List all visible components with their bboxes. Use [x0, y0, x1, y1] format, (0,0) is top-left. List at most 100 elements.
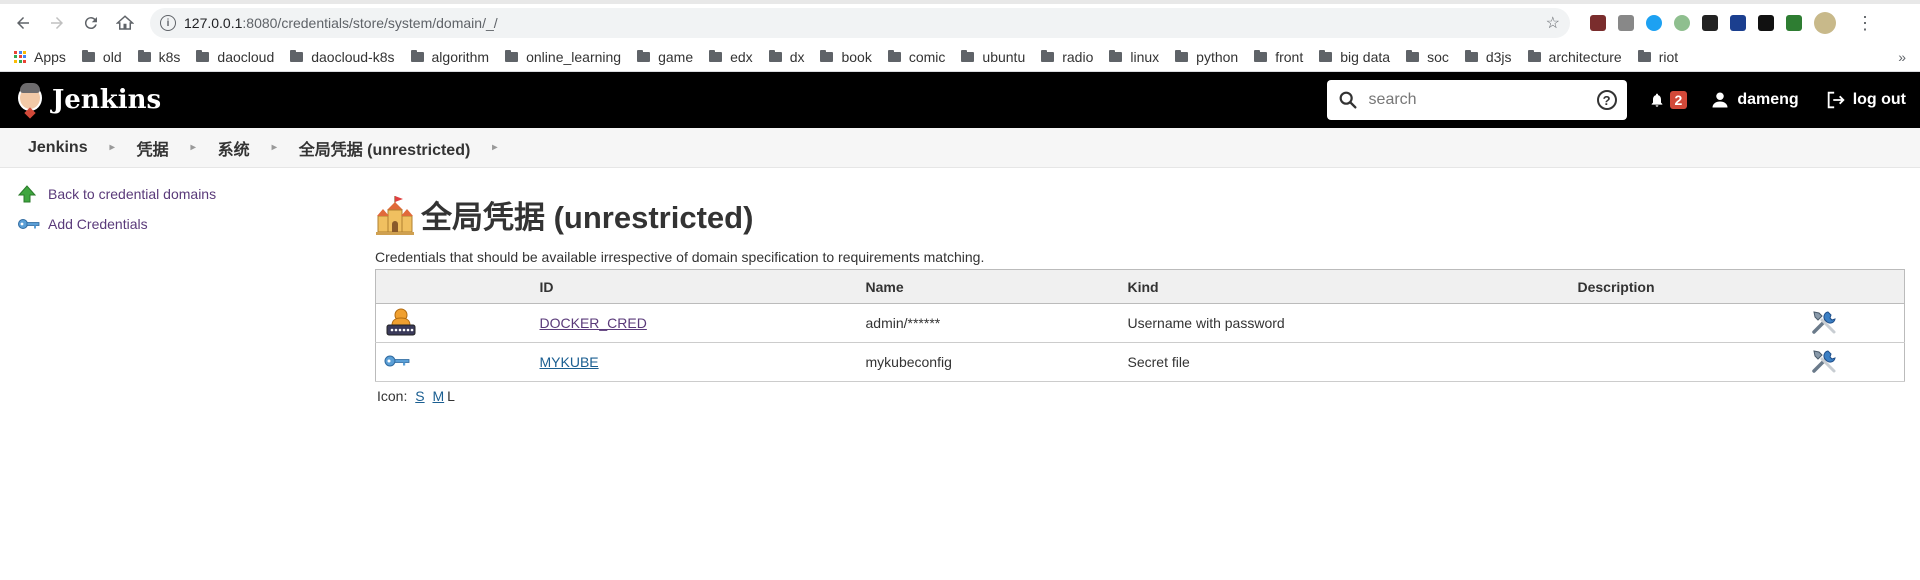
folder-icon — [1041, 49, 1055, 62]
bookmark-folder[interactable]: big data — [1319, 49, 1390, 65]
icon-size-small-link[interactable]: S — [415, 388, 424, 404]
bookmark-folder[interactable]: k8s — [137, 49, 180, 65]
bookmark-label: radio — [1062, 48, 1094, 65]
breadcrumb-item-credentials[interactable]: 凭据 — [137, 136, 169, 160]
column-header-description[interactable]: Description — [1569, 269, 1802, 304]
bookmark-folder[interactable]: old — [81, 48, 122, 65]
folder-icon — [196, 49, 210, 62]
folder-icon — [1109, 49, 1123, 62]
reload-icon[interactable] — [76, 8, 106, 38]
help-icon[interactable]: ? — [1596, 90, 1617, 110]
side-panel: Back to credential domains Add Credentia… — [0, 168, 375, 404]
logo-text: Jenkins — [52, 85, 162, 115]
breadcrumb-separator-icon[interactable]: ▸ — [492, 142, 497, 153]
credential-name-cell: admin/****** — [857, 303, 1120, 343]
bookmark-label: book — [841, 48, 872, 65]
bookmark-folder[interactable]: linux — [1109, 49, 1159, 65]
bookmark-label: python — [1196, 48, 1239, 65]
bookmark-label: dx — [789, 48, 805, 65]
bookmark-folder[interactable]: python — [1175, 49, 1238, 65]
bookmark-label: ubuntu — [982, 48, 1026, 65]
bookmark-folder[interactable]: radio — [1041, 49, 1093, 65]
credentials-table: ID Name Kind Description DOCKER_CRED adm… — [375, 269, 1905, 382]
bookmark-folders: old k8s daocloud daocloud-k8s algorithm onlin… — [81, 48, 1694, 65]
bookmark-apps[interactable]: Apps — [14, 49, 66, 65]
back-to-domains-label: Back to credential domains — [48, 186, 217, 202]
bookmark-label: old — [102, 48, 122, 65]
breadcrumb-item-global-domain[interactable]: 全局凭据 (unrestricted) — [299, 136, 471, 160]
breadcrumb-item-system[interactable]: 系统 — [218, 136, 250, 160]
extension-icon[interactable] — [1590, 15, 1606, 31]
bookmark-folder[interactable]: dx — [768, 48, 805, 65]
configure-tools-icon[interactable] — [1810, 308, 1838, 336]
extension-icon[interactable] — [1674, 15, 1690, 31]
folder-icon — [410, 49, 424, 62]
add-credentials-link[interactable]: Add Credentials — [18, 216, 375, 232]
bookmark-label: d3js — [1485, 48, 1512, 65]
notifications-button[interactable]: 2 — [1649, 91, 1688, 109]
back-arrow-icon[interactable] — [8, 8, 38, 38]
credential-type-cell — [375, 303, 532, 343]
folder-icon — [1254, 49, 1268, 62]
bookmarks-bar: Apps old k8s daocloud daocloud-k8s algorithm… — [0, 42, 1920, 72]
bookmark-folder[interactable]: front — [1254, 49, 1303, 65]
bookmark-folder[interactable]: algorithm — [410, 48, 490, 65]
bookmarks-overflow-icon[interactable]: » — [1898, 49, 1906, 65]
extension-icon[interactable] — [1758, 15, 1774, 31]
forward-arrow-icon[interactable] — [42, 8, 72, 38]
bookmark-folder[interactable]: comic — [887, 49, 945, 65]
bookmark-label: online_learning — [526, 48, 622, 65]
folder-icon — [1319, 49, 1333, 62]
add-credentials-label: Add Credentials — [48, 216, 148, 232]
user-menu[interactable]: dameng — [1711, 91, 1799, 109]
bookmark-folder[interactable]: architecture — [1527, 49, 1622, 65]
extension-icon[interactable] — [1702, 15, 1718, 31]
home-icon[interactable] — [110, 8, 140, 38]
key-icon — [18, 216, 40, 232]
bookmark-folder[interactable]: riot — [1637, 49, 1678, 65]
logout-button[interactable]: log out — [1825, 89, 1906, 111]
credential-id-cell: DOCKER_CRED — [531, 303, 858, 343]
icon-size-selector: Icon: S ML — [377, 388, 1920, 404]
jenkins-header: Jenkins ? 2 dameng log out — [0, 72, 1920, 128]
column-header-kind[interactable]: Kind — [1119, 269, 1570, 304]
extension-icon[interactable] — [1646, 15, 1662, 31]
bookmark-folder[interactable]: online_learning — [505, 49, 621, 65]
bookmark-folder[interactable]: soc — [1406, 49, 1449, 65]
bookmark-folder[interactable]: daocloud — [196, 49, 274, 65]
credential-id-link[interactable]: DOCKER_CRED — [540, 315, 647, 331]
bookmark-folder[interactable]: d3js — [1464, 48, 1512, 65]
browser-menu-icon[interactable]: ⋮ — [1856, 13, 1874, 34]
bookmark-folder[interactable]: daocloud-k8s — [290, 49, 395, 65]
secret-file-key-icon — [384, 355, 410, 366]
address-bar[interactable]: i 127.0.0.1:8080/credentials/store/syste… — [150, 8, 1570, 38]
bookmark-folder[interactable]: game — [637, 49, 693, 65]
icon-size-large-current: L — [447, 388, 455, 404]
back-to-domains-link[interactable]: Back to credential domains — [18, 185, 375, 203]
bookmark-folder[interactable]: book — [820, 48, 872, 65]
bookmark-label: big data — [1340, 48, 1391, 65]
extension-icon[interactable] — [1786, 15, 1802, 31]
breadcrumb-item-jenkins[interactable]: Jenkins — [28, 139, 88, 157]
configure-tools-icon[interactable] — [1810, 347, 1838, 375]
folder-icon — [290, 49, 304, 62]
search-input[interactable] — [1368, 91, 1597, 109]
bookmark-label: algorithm — [431, 48, 490, 65]
bookmark-folder[interactable]: ubuntu — [961, 49, 1025, 65]
logout-label: log out — [1852, 91, 1906, 108]
folder-icon — [820, 49, 834, 62]
site-info-icon[interactable]: i — [160, 15, 176, 31]
profile-avatar-icon[interactable] — [1814, 12, 1836, 34]
bookmark-star-icon[interactable]: ☆ — [1546, 13, 1560, 33]
jenkins-logo[interactable]: Jenkins — [14, 81, 161, 119]
extension-icon[interactable] — [1730, 15, 1746, 31]
bookmark-folder[interactable]: edx — [709, 49, 753, 65]
column-header-name[interactable]: Name — [857, 269, 1120, 304]
extension-icon[interactable] — [1618, 15, 1634, 31]
icon-size-medium-link[interactable]: M — [432, 388, 444, 404]
column-header-id[interactable]: ID — [531, 269, 858, 304]
credential-actions-cell — [1801, 342, 1905, 382]
credential-id-link[interactable]: MYKUBE — [540, 354, 599, 370]
folder-icon — [137, 49, 151, 62]
bookmark-label: soc — [1427, 48, 1449, 65]
